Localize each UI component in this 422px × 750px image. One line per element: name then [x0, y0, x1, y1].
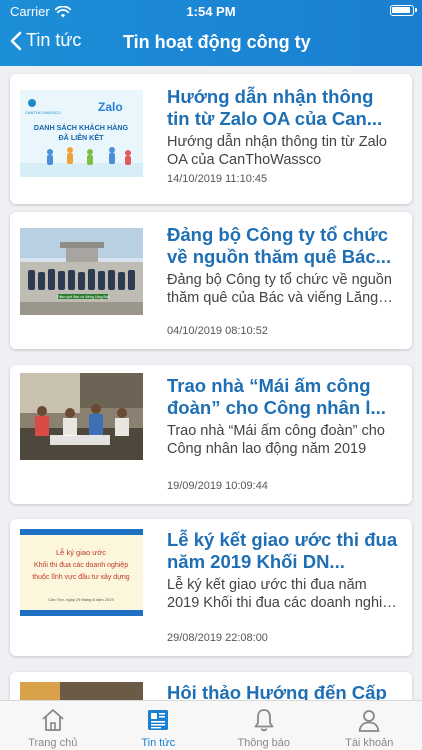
tab-label: Tin tức	[141, 737, 176, 749]
article-title: Hội thảo Hướng đến Cấp	[167, 682, 387, 700]
tab-home[interactable]: Trang chủ	[0, 701, 106, 750]
back-button[interactable]: Tin tức	[10, 30, 81, 51]
article-title: Đảng bộ Công ty tổ chức về nguồn thăm qu…	[167, 224, 392, 267]
article-card[interactable]: Hội thảo Hướng đến Cấp	[10, 672, 412, 700]
contract-date: Cần Thơ, ngày 29 tháng 8 năm 2019	[48, 597, 114, 602]
article-thumbnail: Thăm quê Bác và Viếng Lăng Bác	[20, 228, 143, 315]
article-title: Lễ ký kết giao ước thi đua năm 2019 Khối…	[167, 529, 398, 572]
article-card[interactable]: Trao nhà “Mái ấm công đoàn” cho Công nhâ…	[10, 365, 412, 504]
article-card[interactable]: Lễ ký giao ước Khối thi đua các doanh ng…	[10, 519, 412, 656]
navbar: Tin tức Tin hoạt động công ty	[0, 28, 422, 60]
clock: 1:54 PM	[186, 4, 236, 19]
contract-line2: Khối thi đua các doanh nghiệp	[34, 560, 128, 569]
zalo-brand: Zalo	[98, 100, 123, 114]
contract-line1: Lễ ký giao ước	[56, 548, 106, 557]
page-title: Tin hoạt động công ty	[123, 32, 311, 52]
tab-news[interactable]: Tin tức	[106, 701, 212, 750]
article-date: 04/10/2019 08:10:52	[167, 325, 268, 337]
status-bar: Carrier 1:54 PM	[0, 0, 422, 22]
article-date: 19/09/2019 10:09:44	[167, 480, 268, 492]
newspaper-icon	[148, 710, 169, 730]
bell-icon	[254, 709, 274, 732]
tab-account[interactable]: Tài khoản	[317, 701, 422, 750]
tab-label: Tài khoản	[345, 737, 394, 749]
article-title: Trao nhà “Mái ấm công đoàn” cho Công nhâ…	[167, 375, 386, 418]
user-icon	[358, 710, 380, 732]
article-list[interactable]: CANTHO WASSCO Zalo DANH SÁCH KHÁCH HÀNG …	[0, 66, 422, 700]
article-title: Hướng dẫn nhận thông tin từ Zalo OA của …	[167, 86, 383, 129]
chevron-left-icon	[10, 31, 22, 50]
article-date: 29/08/2019 22:08:00	[167, 632, 268, 644]
zalo-logo-caption: CANTHO WASSCO	[25, 110, 61, 115]
tab-label: Thông báo	[237, 737, 291, 749]
article-summary: Đảng bộ Công ty tổ chức về nguồn thăm qu…	[167, 272, 392, 306]
zalo-banner-line2: ĐÃ LIÊN KẾT	[58, 132, 104, 142]
battery-icon	[390, 5, 417, 16]
hcm-caption: Thăm quê Bác và Viếng Lăng Bác	[56, 295, 109, 299]
article-summary: Trao nhà “Mái ấm công đoàn” cho Công nhâ…	[167, 423, 385, 457]
zalo-banner-line1: DANH SÁCH KHÁCH HÀNG	[34, 123, 129, 132]
article-summary: Lễ ký kết giao ước thi đua năm 2019 Khối…	[167, 577, 399, 611]
article-date: 14/10/2019 11:10:45	[167, 173, 268, 185]
article-summary: Hướng dẫn nhận thông tin từ Zalo OA của …	[167, 134, 387, 168]
home-icon	[42, 709, 64, 731]
article-thumbnail	[20, 373, 143, 460]
header: Carrier 1:54 PM Tin tức Tin hoạt động cô…	[0, 0, 422, 66]
tab-label: Trang chủ	[28, 737, 78, 749]
contract-line3: thuộc lĩnh vực đầu tư xây dựng	[32, 572, 129, 581]
back-label: Tin tức	[26, 30, 82, 50]
article-card[interactable]: CANTHO WASSCO Zalo DANH SÁCH KHÁCH HÀNG …	[10, 74, 412, 204]
tab-bar: Trang chủ Tin tức Thông báo Tài khoản	[0, 700, 422, 750]
article-thumbnail: Lễ ký giao ước Khối thi đua các doanh ng…	[20, 529, 143, 616]
article-thumbnail	[20, 682, 143, 700]
article-thumbnail: CANTHO WASSCO Zalo DANH SÁCH KHÁCH HÀNG …	[20, 90, 143, 177]
tab-notifications[interactable]: Thông báo	[211, 701, 317, 750]
article-card[interactable]: Thăm quê Bác và Viếng Lăng Bác Đảng bộ C…	[10, 212, 412, 349]
